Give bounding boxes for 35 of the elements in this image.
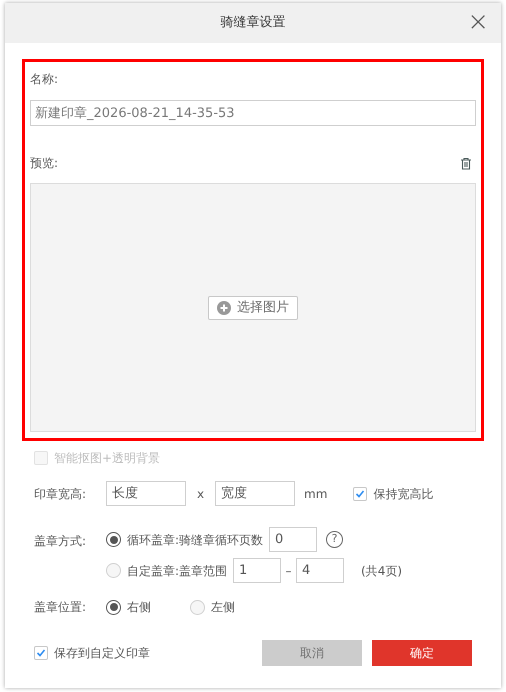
page-count: (共4页) xyxy=(361,562,402,580)
cycle-pages-field[interactable]: 0 xyxy=(269,527,318,552)
option-text: 盖章范围 xyxy=(179,562,228,580)
range-start-field[interactable]: 1 xyxy=(233,558,282,583)
select-image-button[interactable]: 选择图片 xyxy=(208,296,298,320)
range-dash: – xyxy=(284,562,293,580)
option-text: 骑缝章循环页数 xyxy=(179,532,264,548)
unit-label: mm xyxy=(304,486,328,502)
range-end-field[interactable]: 4 xyxy=(296,558,344,583)
length-field[interactable]: 长度 xyxy=(106,481,186,506)
radio-label: 右侧 xyxy=(127,599,151,616)
radio-label: 左侧 xyxy=(211,599,235,616)
plus-circle-icon xyxy=(217,300,231,314)
close-button[interactable]: × xyxy=(467,9,489,35)
field-label: 盖章位置: xyxy=(34,599,88,616)
checkbox-label: 保持宽高比 xyxy=(373,486,434,502)
dialog-title: 骑缝章设置 xyxy=(220,14,286,32)
radio-button[interactable] xyxy=(106,600,121,614)
help-icon[interactable]: ? xyxy=(326,531,344,548)
trash-icon[interactable] xyxy=(460,156,472,170)
field-label: 印章宽高: xyxy=(34,486,88,502)
checkbox-label: 保存到自定义印章 xyxy=(54,645,150,662)
field-label: 盖章方式: xyxy=(34,533,88,550)
times-sign: x xyxy=(196,486,206,502)
width-field[interactable]: 宽度 xyxy=(215,481,295,506)
checkbox[interactable] xyxy=(34,646,48,660)
name-field[interactable]: 新建印章_2026-08-21_14-35-53 xyxy=(30,100,476,126)
checkbox-label: 智能抠图+透明背景 xyxy=(54,450,160,467)
field-label: 名称: xyxy=(30,71,60,88)
radio-label: 自定盖章: xyxy=(127,562,180,580)
radio-button[interactable] xyxy=(106,532,121,547)
field-label: 预览: xyxy=(30,155,58,172)
confirm-button[interactable]: 确定 xyxy=(372,640,472,666)
checkbox[interactable] xyxy=(353,486,368,500)
radio-label: 循环盖章: xyxy=(127,532,180,548)
